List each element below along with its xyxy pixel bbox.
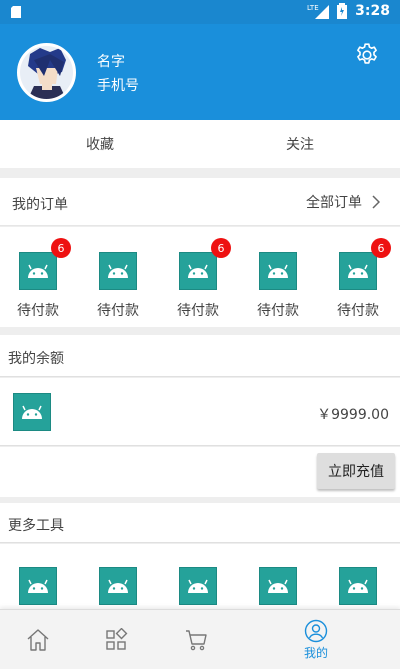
badge-count: 6 xyxy=(211,238,231,258)
android-icon xyxy=(348,579,368,593)
order-status-label: 待付款 xyxy=(337,303,379,319)
android-icon xyxy=(108,579,128,593)
home-icon xyxy=(27,629,49,651)
orders-header: 我的订单 全部订单 xyxy=(0,178,400,226)
balance-title: 我的余额 xyxy=(8,351,64,367)
all-orders-link[interactable]: 全部订单 xyxy=(306,192,380,212)
tool-item[interactable] xyxy=(339,567,377,605)
all-orders-label: 全部订单 xyxy=(306,195,362,211)
order-status-item[interactable]: 6 待付款 xyxy=(333,238,391,320)
profile-header: 名字 手机号 xyxy=(0,24,400,120)
favorites-button[interactable]: 收藏 xyxy=(0,120,200,168)
favorites-row: 收藏 关注 xyxy=(0,120,400,168)
order-status-label: 待付款 xyxy=(177,303,219,319)
android-icon xyxy=(179,252,217,290)
orders-title: 我的订单 xyxy=(12,197,68,213)
order-status-label: 待付款 xyxy=(97,303,139,319)
order-status-item[interactable]: 待付款 xyxy=(253,252,303,320)
cart-icon xyxy=(186,630,207,651)
follow-button[interactable]: 关注 xyxy=(200,120,400,168)
badge-count: 6 xyxy=(51,238,71,258)
recharge-row: 立即充值 xyxy=(0,447,400,497)
tab-profile-label: 我的 xyxy=(303,646,328,660)
battery-icon xyxy=(337,3,348,19)
tool-item[interactable] xyxy=(179,567,217,605)
android-icon xyxy=(28,579,48,593)
order-status-label: 待付款 xyxy=(17,303,59,319)
avatar[interactable] xyxy=(17,43,76,102)
bottom-tab-bar: 我的 xyxy=(0,609,400,669)
recharge-button[interactable]: 立即充值 xyxy=(317,453,395,489)
tab-cart[interactable] xyxy=(146,610,246,669)
order-status-item[interactable]: 6 待付款 xyxy=(13,238,71,320)
profile-phone[interactable]: 手机号 xyxy=(97,75,139,95)
tool-item[interactable] xyxy=(259,567,297,605)
android-icon xyxy=(99,252,137,290)
chevron-right-icon xyxy=(372,195,380,209)
category-icon xyxy=(106,628,128,650)
tab-profile[interactable]: 我的 xyxy=(266,610,366,669)
android-icon xyxy=(268,579,288,593)
balance-row[interactable]: ￥9999.00 xyxy=(0,378,400,446)
android-icon xyxy=(339,252,377,290)
balance-header: 我的余额 xyxy=(0,335,400,377)
status-bar: LTE 3:28 xyxy=(0,0,400,24)
android-icon xyxy=(19,252,57,290)
profile-name[interactable]: 名字 xyxy=(97,51,125,71)
order-status-item[interactable]: 待付款 xyxy=(93,252,143,320)
avatar-image xyxy=(20,46,73,99)
tools-grid xyxy=(0,544,400,609)
tools-title: 更多工具 xyxy=(8,518,64,534)
balance-amount: ￥9999.00 xyxy=(317,407,389,423)
android-icon xyxy=(188,579,208,593)
gear-icon[interactable] xyxy=(354,42,380,68)
signal-icon: LTE xyxy=(307,4,330,19)
sd-card-icon xyxy=(11,6,21,18)
order-status-item[interactable]: 6 待付款 xyxy=(173,238,231,320)
order-status-label: 待付款 xyxy=(257,303,299,319)
order-status-row: 6 待付款 待付款 6 待付款 待付款 6 待付款 xyxy=(0,227,400,327)
badge-count: 6 xyxy=(371,238,391,258)
tools-header: 更多工具 xyxy=(0,503,400,543)
android-icon xyxy=(13,393,51,431)
clock: 3:28 xyxy=(355,3,390,19)
tool-item[interactable] xyxy=(99,567,137,605)
svg-text:LTE: LTE xyxy=(307,4,319,12)
tool-item[interactable] xyxy=(19,567,57,605)
android-icon xyxy=(259,252,297,290)
profile-icon xyxy=(304,619,328,643)
